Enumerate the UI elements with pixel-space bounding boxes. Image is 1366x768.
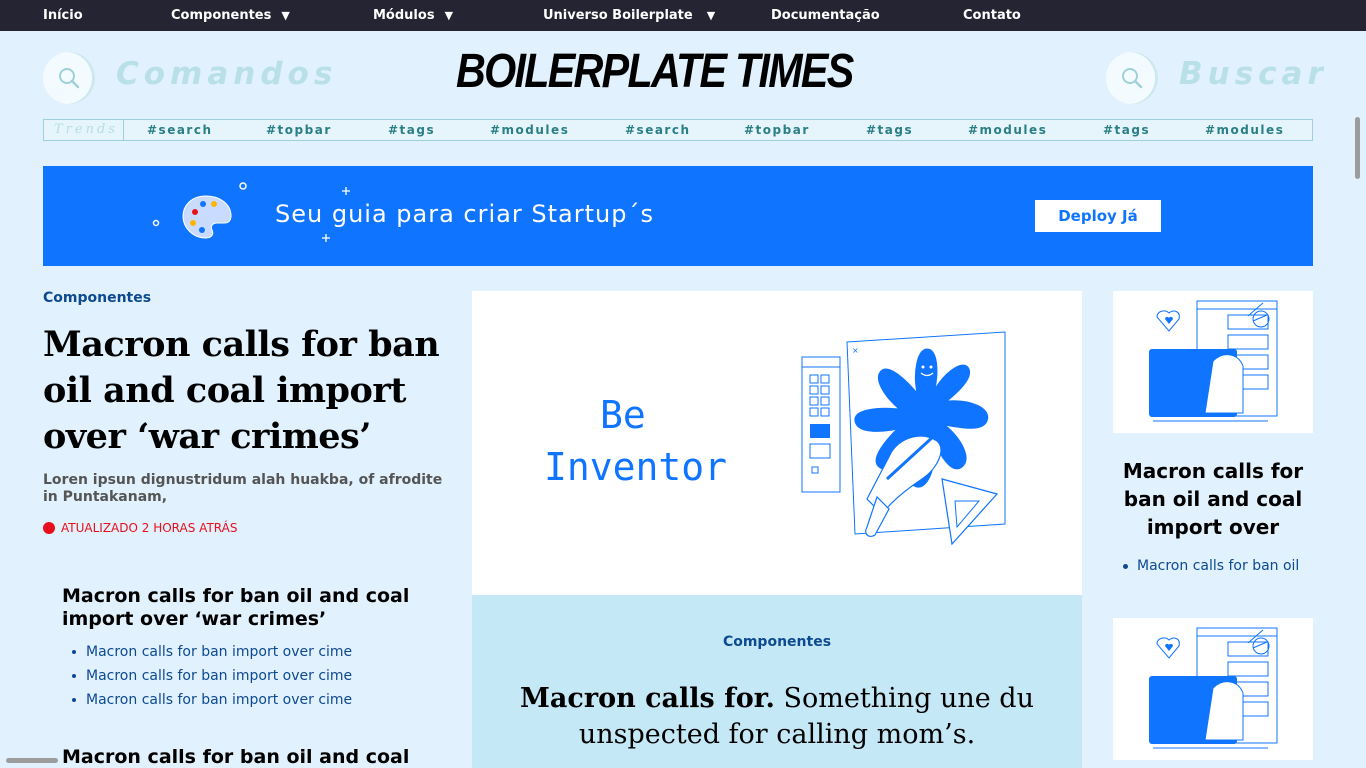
article-thumbnail[interactable] — [1113, 618, 1313, 760]
side-article-title[interactable]: Macron calls for ban oil and coal import… — [1113, 457, 1313, 541]
search-label[interactable]: Buscar — [1179, 56, 1328, 92]
banner-slogan: Seu guia para criar Startup´s — [275, 200, 654, 228]
trends-label: Trends — [44, 120, 124, 140]
list-item[interactable]: Macron calls for ban import over cime — [70, 688, 352, 712]
trend-tag[interactable]: #topbar — [744, 120, 810, 140]
nav-item-inicio[interactable]: Início — [43, 0, 83, 31]
sparkle-decoration — [152, 182, 247, 227]
nav-item-componentes[interactable]: Componentes ▼ — [171, 0, 290, 31]
caret-down-icon: ▼ — [281, 9, 290, 22]
category-link[interactable]: Componentes — [472, 634, 1082, 650]
nav-item-label: Componentes — [171, 8, 272, 23]
top-navigation: Início Componentes ▼ Módulos ▼ Universo Bo… — [0, 0, 1366, 31]
vertical-scrollbar[interactable] — [1355, 117, 1360, 179]
updated-text: ATUALIZADO 2 HORAS ATRÁS — [61, 521, 238, 535]
trend-tag[interactable]: #modules — [968, 120, 1047, 140]
list-item[interactable]: Macron calls for ban import over cime — [70, 664, 352, 688]
feature-headline[interactable]: Macron calls for. Something une du unspe… — [512, 681, 1042, 753]
trend-tag[interactable]: #search — [147, 120, 213, 140]
nav-item-label: Início — [43, 8, 83, 23]
horizontal-scrollbar[interactable] — [6, 758, 58, 763]
laptop-illustration — [1149, 627, 1278, 749]
art-text-inventor: Inventor — [544, 445, 728, 489]
article-thumbnail[interactable] — [1113, 291, 1313, 433]
commands-label[interactable]: Comandos — [116, 56, 337, 92]
trend-tag[interactable]: #tags — [866, 120, 913, 140]
commands-search-button[interactable] — [43, 52, 95, 104]
trend-tag[interactable]: #tags — [388, 120, 435, 140]
promo-banner: Seu guia para criar Startup´s Deploy Já — [43, 166, 1313, 266]
nav-item-label: Universo Boilerplate — [543, 8, 693, 23]
caret-down-icon: ▼ — [706, 9, 716, 22]
sub-article-links: Macron calls for ban import over cime Ma… — [70, 640, 352, 712]
search-button[interactable] — [1106, 52, 1158, 104]
feature-text-panel: Componentes Macron calls for. Something … — [472, 595, 1082, 768]
trend-tag[interactable]: #tags — [1103, 120, 1150, 140]
be-inventor-illustration: × — [801, 331, 1006, 546]
art-text-be: Be — [600, 393, 646, 437]
feature-image[interactable]: Be Inventor × — [472, 291, 1082, 595]
nav-item-label: Contato — [963, 8, 1021, 23]
caret-down-icon: ▼ — [444, 9, 454, 22]
trends-bar: Trends #search #topbar #tags #modules #s… — [43, 119, 1313, 141]
search-icon — [59, 68, 80, 89]
live-dot-icon — [43, 522, 55, 534]
article-lead: Loren ipsun dignustridum alah huakba, of… — [43, 472, 443, 505]
plus-sparkle-icon — [322, 234, 330, 242]
search-icon — [1122, 68, 1143, 89]
trend-tag[interactable]: #modules — [490, 120, 569, 140]
nav-item-documentacao[interactable]: Documentação — [771, 0, 880, 31]
nav-item-contato[interactable]: Contato — [963, 0, 1021, 31]
plus-sparkle-icon — [342, 187, 350, 195]
feature-headline-bold: Macron calls for. — [520, 683, 775, 714]
nav-item-label: Documentação — [771, 8, 880, 23]
sub-article-title[interactable]: Macron calls for ban oil and coal import… — [62, 585, 422, 631]
side-article-links: Macron calls for ban oil — [1122, 555, 1299, 577]
nav-item-modulos[interactable]: Módulos ▼ — [373, 0, 453, 31]
deploy-button[interactable]: Deploy Já — [1035, 200, 1161, 232]
nav-item-universo[interactable]: Universo Boilerplate ▼ — [543, 0, 715, 31]
list-item[interactable]: Macron calls for ban oil — [1122, 555, 1299, 577]
svg-text:×: × — [852, 346, 859, 355]
masthead-title: BOILERPLATE TIMES — [456, 45, 854, 98]
category-link[interactable]: Componentes — [43, 290, 151, 306]
list-item[interactable]: Macron calls for ban import over cime — [70, 640, 352, 664]
trend-tag[interactable]: #search — [625, 120, 691, 140]
nav-item-label: Módulos — [373, 8, 435, 23]
trend-tag[interactable]: #topbar — [266, 120, 332, 140]
main-headline[interactable]: Macron calls for ban oil and coal import… — [43, 322, 453, 460]
trend-tag[interactable]: #modules — [1205, 120, 1284, 140]
updated-status: ATUALIZADO 2 HORAS ATRÁS — [43, 521, 237, 535]
sub-article-title[interactable]: Macron calls for ban oil and coal — [62, 746, 442, 768]
laptop-illustration — [1149, 300, 1278, 422]
